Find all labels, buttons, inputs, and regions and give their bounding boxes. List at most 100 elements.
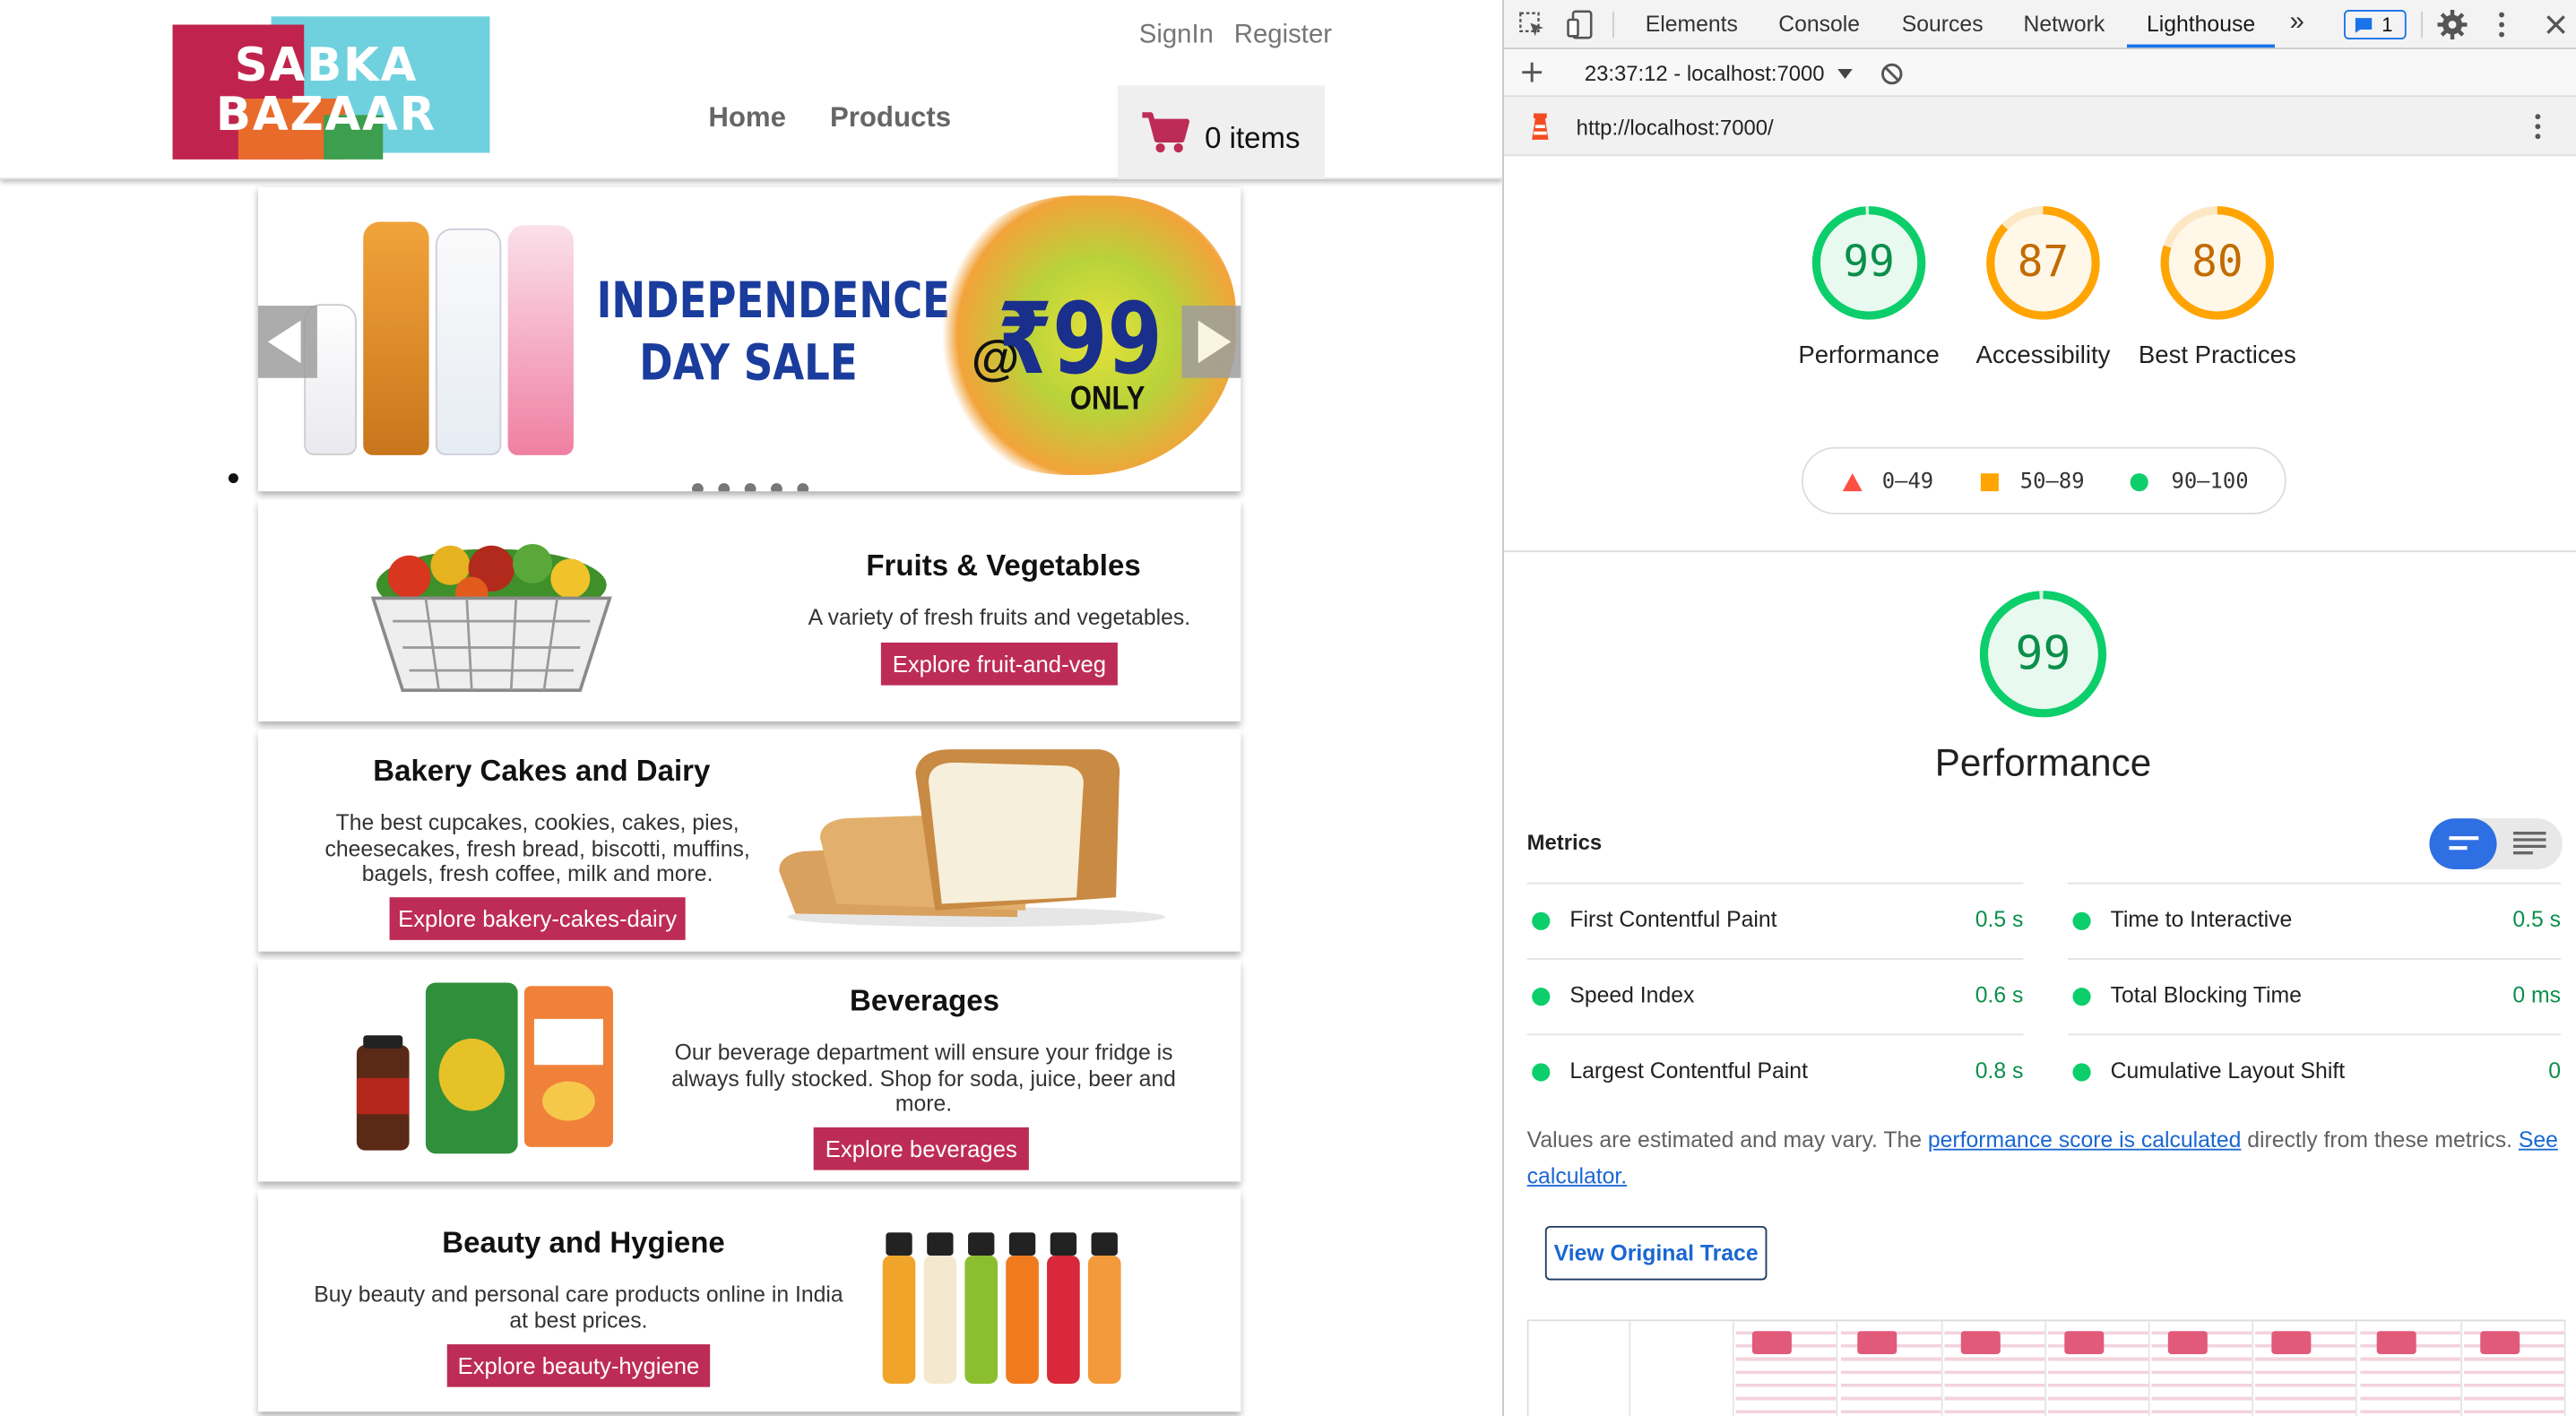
carousel-dot[interactable] [797,483,809,492]
carousel-prev-arrow-icon[interactable] [257,306,317,378]
view-original-trace-button[interactable]: View Original Trace [1544,1225,1768,1281]
tab-console[interactable]: Console [1778,12,1860,37]
more-tabs-icon[interactable]: » [2290,8,2304,38]
score-gauge-performance[interactable]: 99 [1811,205,1926,320]
score-label: Accessibility [1975,341,2111,370]
carousel-dot[interactable] [691,483,704,492]
tab-elements[interactable]: Elements [1646,12,1738,37]
carousel-dot[interactable] [771,483,782,492]
note-text: Values are estimated and may vary. The [1526,1127,1928,1153]
sale-headline-line1: INDEPENDENCE [596,272,950,331]
beverage-products-image [356,982,613,1154]
filmstrip [1526,1319,2566,1416]
new-report-plus-icon[interactable] [1522,62,1543,82]
category-title: Bakery Cakes and Dairy [373,754,711,788]
metrics-heading: Metrics [1526,830,1603,855]
metrics-view-toggle[interactable] [2429,818,2563,870]
category-card-bakery: Bakery Cakes and Dairy The best cupcakes… [257,730,1241,952]
logo[interactable]: SABKA BAZAAR [172,16,490,160]
tab-network[interactable]: Network [2023,12,2105,37]
screen: SABKA BAZAAR SignIn Register Home Produc… [0,0,2576,1416]
sale-headline-line2: DAY SALE [639,335,858,393]
category-card-beauty: Beauty and Hygiene Buy beauty and person… [257,1189,1241,1412]
average-square-icon [1980,473,1999,492]
report-menu-icon[interactable] [2533,114,2543,140]
metric-value: 0 ms [2512,982,2562,1008]
signin-link[interactable]: SignIn [1139,22,1214,49]
category-title: Beverages [850,984,1000,1018]
filmstrip-frame [2255,1321,2358,1416]
carousel-next-arrow-icon[interactable] [1181,306,1241,378]
carousel-dot[interactable] [744,483,756,492]
pass-circle-icon [2130,473,2148,492]
pass-dot-icon [1532,911,1551,930]
explore-fruit-and-veg-button[interactable]: Explore fruit-and-veg [880,642,1118,686]
legend-fail-range: 0–49 [1881,470,1934,495]
cart-button[interactable]: 0 items [1117,85,1325,179]
site-header: SABKA BAZAAR SignIn Register Home Produc… [0,0,1503,179]
filmstrip-frame [2047,1321,2150,1416]
devtools-tabbar: Elements Console Sources Network Lightho… [1504,0,2576,50]
metric-value: 0 [2548,1058,2562,1084]
metric-row: First Contentful Paint 0.5 s [1526,882,2024,958]
report-url-bar: http://localhost:7000/ [1504,97,2576,157]
metric-name: Speed Index [1569,982,1695,1008]
pass-dot-icon [2072,988,2091,1006]
main-performance-gauge: 99 [1977,588,2109,720]
nav-products-link[interactable]: Products [830,102,951,134]
vegetable-basket-image [370,543,612,692]
filmstrip-frame [1840,1321,1942,1416]
nav-home-link[interactable]: Home [708,102,786,134]
kebab-menu-icon[interactable] [2497,12,2507,38]
filmstrip-frame [2359,1321,2462,1416]
pass-dot-icon [2072,1063,2091,1082]
website-viewport: SABKA BAZAAR SignIn Register Home Produc… [0,0,1503,1416]
explore-bakery-cakes-dairy-button[interactable]: Explore bakery-cakes-dairy [389,897,686,940]
legend-pass-range: 90–100 [2171,470,2249,495]
metric-value: 0.6 s [1975,982,2024,1008]
clear-reports-icon[interactable] [1880,63,1904,86]
dropdown-caret-icon[interactable] [1837,69,1853,80]
main-nav: Home Products [708,102,987,135]
pass-dot-icon [1532,1063,1551,1082]
issues-badge[interactable]: 1 [2344,10,2407,40]
register-link[interactable]: Register [1234,22,1332,49]
pears-bottle [363,221,429,455]
pass-dot-icon [2072,911,2091,930]
score-legend: 0–49 50–89 90–100 [1801,446,2286,514]
expanded-view-icon[interactable] [2512,832,2546,855]
metric-name: Cumulative Layout Shift [2110,1058,2346,1084]
metrics-note: Values are estimated and may vary. The p… [1527,1122,2566,1195]
cart-icon [1142,112,1190,153]
offers-carousel[interactable]: INDEPENDENCE DAY SALE @ ₹99 ONLY [257,187,1241,492]
tab-lighthouse[interactable]: Lighthouse [2147,12,2255,37]
close-devtools-icon[interactable] [2546,15,2566,35]
fail-triangle-icon [1842,473,1863,492]
device-toolbar-icon[interactable] [1567,10,1593,39]
explore-beauty-hygiene-button[interactable]: Explore beauty-hygiene [446,1343,711,1387]
logo-text-line2: BAZAAR [215,87,437,142]
settings-gear-icon[interactable] [2437,10,2468,40]
score-gauge-accessibility[interactable]: 87 [1985,205,2100,320]
filmstrip-frame [1528,1321,1631,1416]
active-tab-indicator [2126,44,2276,48]
explore-beverages-button[interactable]: Explore beverages [813,1127,1029,1170]
score-gauge-best-practices[interactable]: 80 [2160,205,2275,320]
score-value: 87 [2017,237,2070,288]
score-calculated-link[interactable]: performance score is calculated [1928,1127,2241,1153]
metric-name: Largest Contentful Paint [1569,1058,1808,1084]
report-selector[interactable]: 23:37:12 - localhost:7000 [1585,61,1825,86]
beauty-bottles-image [882,1232,1121,1384]
inspect-element-icon[interactable] [1519,12,1545,38]
metric-name: First Contentful Paint [1569,907,1777,932]
category-title: Fruits & Vegetables [866,548,1141,583]
filmstrip-frame [1632,1321,1735,1416]
cart-count-label: 0 items [1205,121,1301,155]
carousel-dot[interactable] [718,483,730,492]
score-value: 99 [1843,237,1895,288]
main-score-label: Performance [1934,740,2152,784]
legend-average-range: 50–89 [2019,470,2085,495]
auth-links: SignIn Register [1139,22,1345,51]
tab-sources[interactable]: Sources [1902,12,1984,37]
category-description: Our beverage department will ensure your… [671,1040,1176,1117]
